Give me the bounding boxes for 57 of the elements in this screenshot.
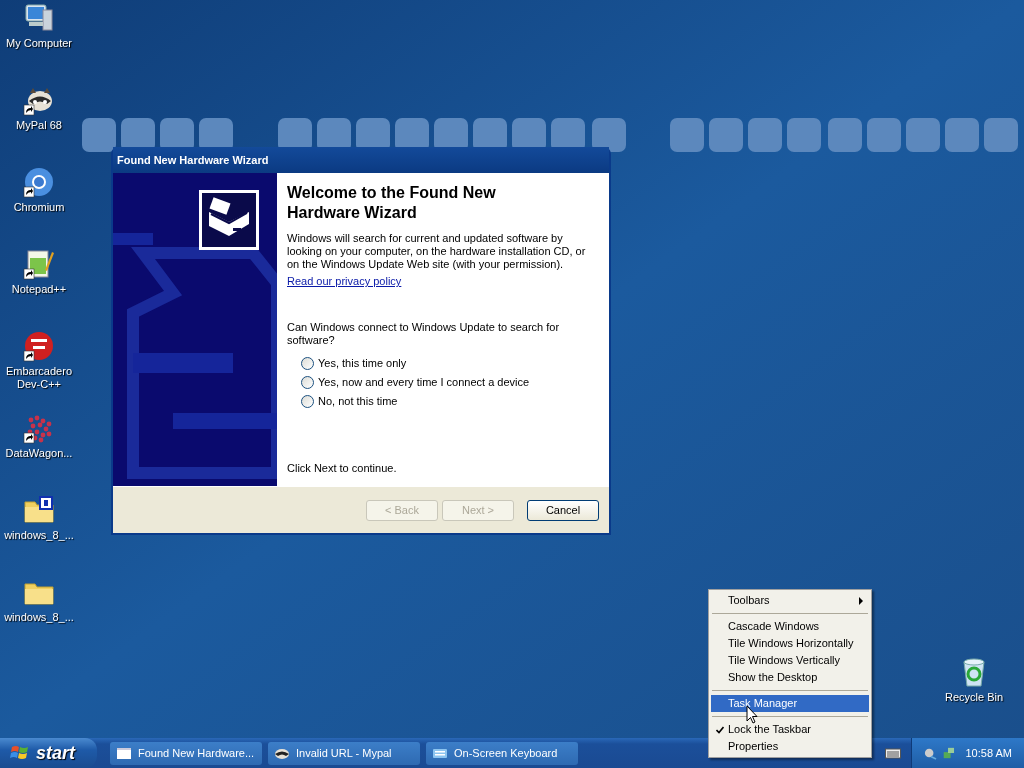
menu-item[interactable]: Tile Windows Vertically xyxy=(711,652,869,669)
icon-label[interactable]: windows_8_... xyxy=(4,611,74,624)
privacy-policy-link[interactable]: Read our privacy policy xyxy=(287,275,402,287)
wallpaper-tile xyxy=(867,118,901,152)
description-text: Windows will search for current and updated software by looking on your computer, on the hardware installation CD, or on the Windows Update Web site (with your permission). xyxy=(287,232,587,271)
menu-item[interactable]: Tile Windows Horizontally xyxy=(711,635,869,652)
wallpaper-tile xyxy=(984,118,1018,152)
taskbar-button[interactable]: On-Screen Keyboard xyxy=(426,741,578,765)
wallpaper-tile xyxy=(592,118,626,152)
option-label[interactable]: No, not this time xyxy=(318,395,398,408)
menu-item[interactable]: Show the Desktop xyxy=(711,669,869,686)
menu-item[interactable]: Cascade Windows xyxy=(711,618,869,635)
wallpaper-tile xyxy=(82,118,116,152)
window-title: Found New Hardware Wizard xyxy=(117,154,269,166)
icon-label[interactable]: windows_8_... xyxy=(4,529,74,542)
menu-item[interactable]: Toolbars xyxy=(711,592,869,609)
window-icon xyxy=(116,745,132,761)
icon-label[interactable]: Chromium xyxy=(13,201,65,214)
cancel-button[interactable]: Cancel xyxy=(527,499,599,521)
taskbar-button[interactable]: Invalid URL - Mypal xyxy=(268,741,420,765)
notepad-icon[interactable] xyxy=(23,248,55,280)
wallpaper-tile xyxy=(748,118,782,152)
option-label[interactable]: Yes, now and every time I connect a device xyxy=(318,376,530,389)
wizard-heading: Welcome to the Found New Hardware Wizard xyxy=(287,183,497,223)
icon-label[interactable]: DataWagon... xyxy=(5,447,73,460)
option-label[interactable]: Yes, this time only xyxy=(318,357,407,370)
wallpaper-tile xyxy=(828,118,862,152)
checkmark-icon xyxy=(716,726,724,734)
start-button[interactable]: start xyxy=(0,738,97,768)
browser-icon[interactable] xyxy=(23,166,55,198)
question-text: Can Windows connect to Windows Update to search for software? xyxy=(287,321,561,347)
folder-icon[interactable] xyxy=(23,494,55,526)
radio-button[interactable] xyxy=(301,357,314,370)
network-icon[interactable] xyxy=(941,745,956,761)
radio-button[interactable] xyxy=(301,376,314,389)
menu-item[interactable]: Lock the Taskbar xyxy=(711,721,869,738)
radio-button[interactable] xyxy=(301,395,314,408)
wallpaper-tile xyxy=(906,118,940,152)
taskbar-button[interactable]: Found New Hardware... xyxy=(110,741,262,765)
icon-label[interactable]: My Computer xyxy=(6,37,72,50)
wallpaper-tile xyxy=(787,118,821,152)
dev-icon[interactable] xyxy=(23,330,55,362)
menu-item[interactable]: Properties xyxy=(711,738,869,755)
hardware-icon xyxy=(199,190,259,250)
menu-item[interactable]: Task Manager xyxy=(711,695,869,712)
submenu-arrow-icon xyxy=(859,597,863,605)
wallpaper-tile xyxy=(945,118,979,152)
wallpaper-tile xyxy=(670,118,704,152)
icon-label[interactable]: Embarcadero Dev-C++ xyxy=(1,365,77,391)
icon-label[interactable]: Recycle Bin xyxy=(944,691,1004,704)
computer-icon[interactable] xyxy=(23,2,55,34)
icon-label[interactable]: Notepad++ xyxy=(11,283,67,296)
clock: 10:58 AM xyxy=(965,747,1012,759)
icon-label[interactable]: MyPal 68 xyxy=(16,119,62,132)
keyboard-icon[interactable] xyxy=(885,747,901,759)
wallpaper-tile xyxy=(709,118,743,152)
instruction-text: Click Next to continue. xyxy=(287,462,398,475)
